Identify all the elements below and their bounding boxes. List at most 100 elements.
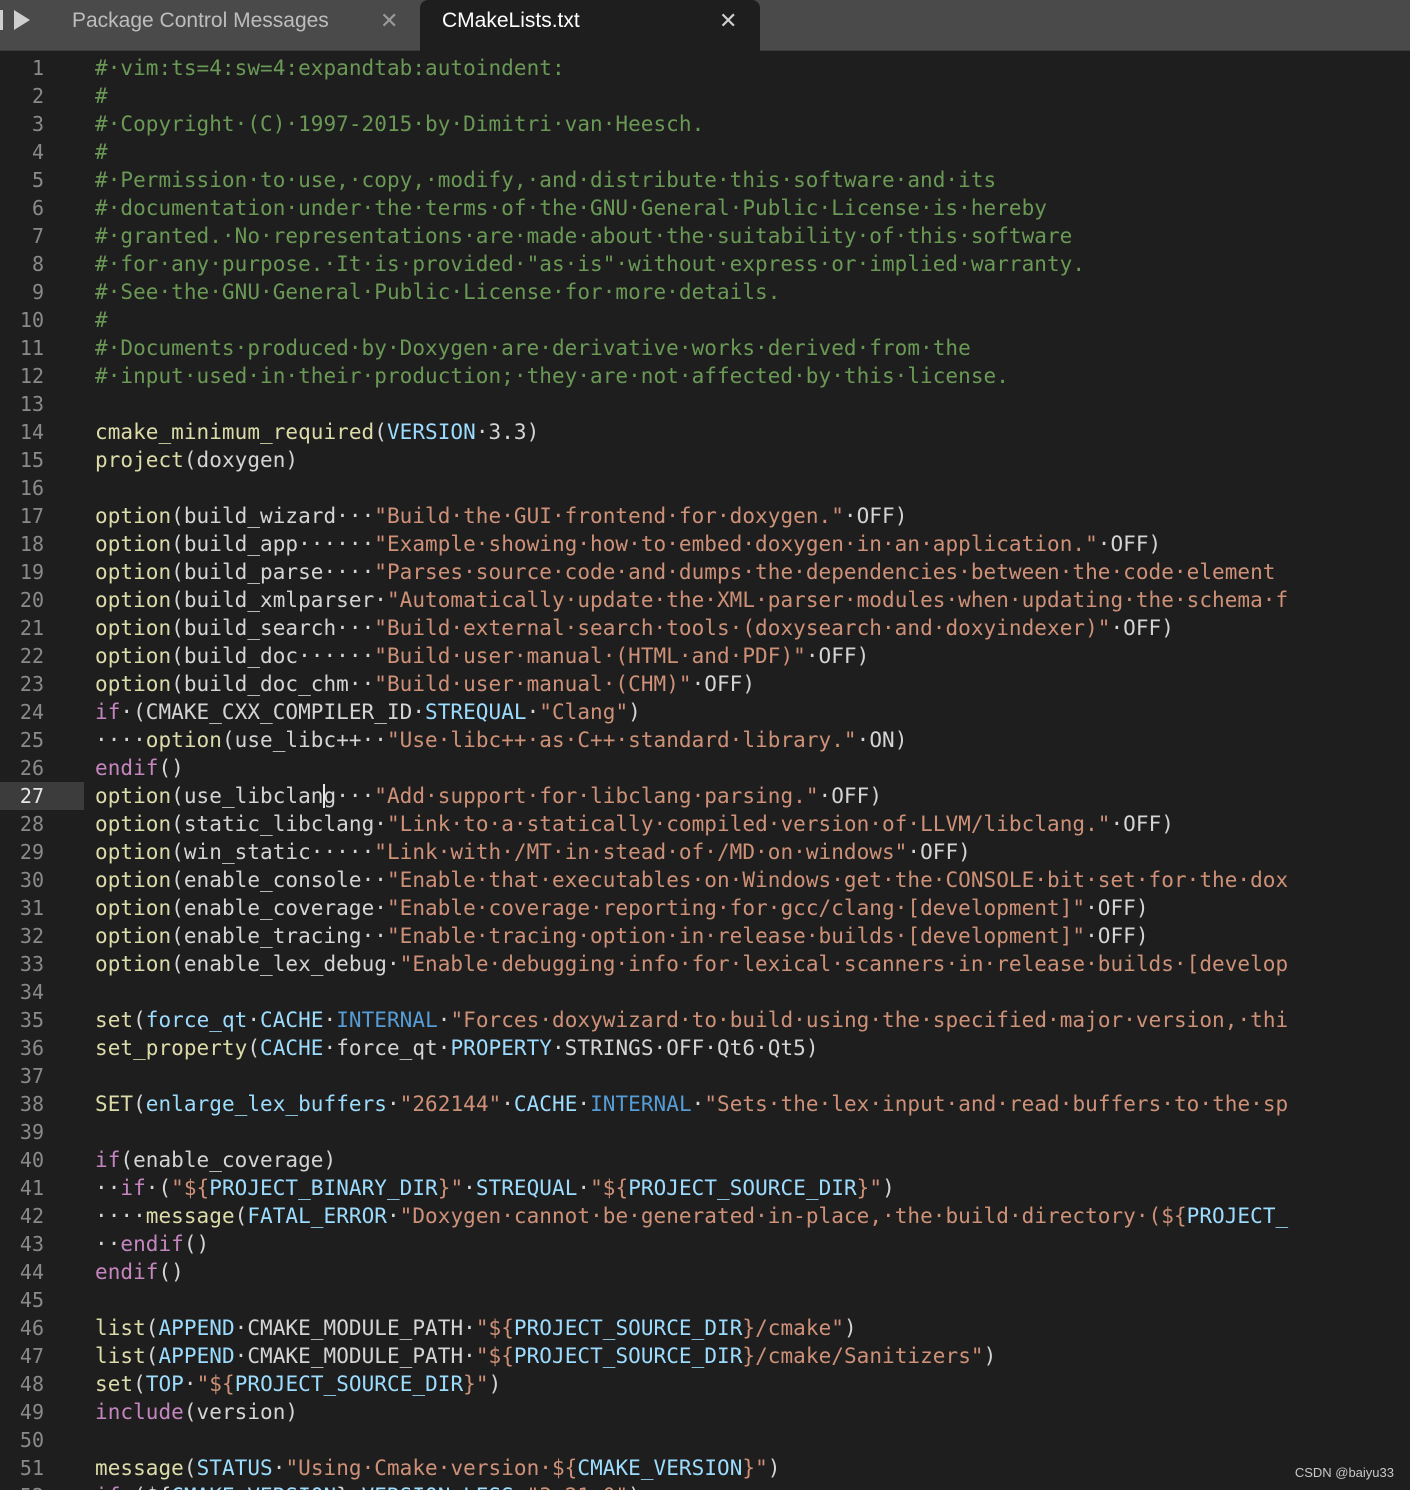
line-number: 10 [19,308,44,332]
code-line[interactable]: option(enable_tracing··"Enable·tracing·o… [95,922,1410,950]
code-line[interactable]: #·Documents·produced·by·Doxygen·are·deri… [95,334,1410,362]
code-line[interactable]: #·Copyright·(C)·1997-2015·by·Dimitri·van… [95,110,1410,138]
code-editor[interactable]: 1 2 3 4 5 6 7 8 9 10 11 12 13 14 15 16 17 18 19 20 21 22 23 24 2… [0,54,1410,1490]
code-token: · [463,1176,476,1200]
code-line[interactable]: # [95,306,1410,334]
tab-package-control-messages[interactable]: Package Control Messages ✕ [44,0,418,50]
close-icon[interactable]: ✕ [380,9,398,34]
code-token: }/cmake/Sanitizers" [742,1344,984,1368]
code-token: ( [133,1008,146,1032]
code-token: cmake_minimum_required [95,420,375,444]
code-line[interactable]: include(version) [95,1398,1410,1426]
code-line[interactable]: #·See·the·GNU·General·Public·License·for… [95,278,1410,306]
code-token: option [95,784,172,808]
line-number: 15 [19,448,44,472]
line-number: 35 [19,1008,44,1032]
code-line[interactable]: endif() [95,754,1410,782]
code-line[interactable]: ··endif() [95,1230,1410,1258]
code-token: PROJECT_SOURCE_DIR [513,1344,743,1368]
code-token: ·OFF) [907,840,971,864]
code-line[interactable]: #·documentation·under·the·terms·of·the·G… [95,194,1410,222]
line-number: 30 [19,868,44,892]
code-line[interactable]: # [95,82,1410,110]
code-line[interactable]: SET(enlarge_lex_buffers·"262144"·CACHE·I… [95,1090,1410,1118]
code-line[interactable]: option(build_parse····"Parses·source·cod… [95,558,1410,586]
code-line[interactable]: cmake_minimum_required(VERSION·3.3) [95,418,1410,446]
code-token: · [437,1008,451,1032]
code-token: STATUS [196,1456,273,1480]
code-line[interactable]: endif() [95,1258,1410,1286]
code-line[interactable]: option(build_wizard···"Build·the·GUI·fro… [95,502,1410,530]
code-line[interactable]: ··if·("${PROJECT_BINARY_DIR}"·STREQUAL·"… [95,1174,1410,1202]
code-line[interactable]: list(APPEND·CMAKE_MODULE_PATH·"${PROJECT… [95,1314,1410,1342]
code-token: enlarge_lex_buffers [145,1092,387,1116]
line-number: 1 [31,56,44,80]
code-line[interactable]: option(build_doc_chm··"Build·user·manual… [95,670,1410,698]
code-token: SET [95,1092,134,1116]
code-line[interactable]: set_property(CACHE·force_qt·PROPERTY·STR… [95,1034,1410,1062]
code-line[interactable]: option(build_search···"Build·external·se… [95,614,1410,642]
code-token: }· [336,1484,361,1490]
code-line[interactable]: option(use_libclang···"Add·support·for·l… [95,782,1410,810]
code-token: "Build·user·manual·(CHM)" [374,672,692,696]
line-number: 36 [19,1036,44,1060]
code-token: PROJECT_SOURCE_DIR [234,1372,464,1396]
code-line[interactable]: set(TOP·"${PROJECT_SOURCE_DIR}") [95,1370,1410,1398]
code-line[interactable]: option(build_doc······"Build·user·manual… [95,642,1410,670]
sidebar-toggle-icon[interactable] [0,0,44,50]
code-line[interactable]: #·vim:ts=4:sw=4:expandtab:autoindent: [95,54,1410,82]
code-line[interactable] [95,1118,1410,1146]
code-line[interactable] [95,474,1410,502]
code-line[interactable]: option(build_app······"Example·showing·h… [95,530,1410,558]
line-number: 3 [31,112,44,136]
code-token: g··· [323,784,375,808]
code-line[interactable] [95,1062,1410,1090]
code-line[interactable]: ····option(use_libc++··"Use·libc++·as·C+… [95,726,1410,754]
code-token: ·OFF) [818,784,883,808]
tab-label: Package Control Messages [72,9,329,32]
code-token: include [95,1400,184,1424]
code-token: () [158,756,184,780]
code-token: ·force_qt· [323,1036,451,1060]
code-token: ) [628,1484,641,1490]
code-line[interactable] [95,1286,1410,1314]
line-number: 16 [19,476,44,500]
code-line[interactable]: if(enable_coverage) [95,1146,1410,1174]
code-line[interactable]: ····message(FATAL_ERROR·"Doxygen·cannot·… [95,1202,1410,1230]
code-line[interactable]: option(win_static·····"Link·with·/MT·in·… [95,838,1410,866]
code-line[interactable]: #·Permission·to·use,·copy,·modify,·and·d… [95,166,1410,194]
code-token: CMAKE_VERSION [577,1456,743,1480]
code-line[interactable]: if·(${CMAKE_VERSION}·VERSION_LESS·"3.21.… [95,1482,1410,1490]
code-line[interactable]: #·for·any·purpose.·It·is·provided·"as·is… [95,250,1410,278]
code-line[interactable] [95,390,1410,418]
code-line[interactable]: project(doxygen) [95,446,1410,474]
code-token: "${ [171,1176,210,1200]
code-token: "Forces·doxywizard·to·build·using·the·sp… [450,1008,1289,1032]
code-token: ( [145,1344,159,1368]
code-line[interactable]: #·granted.·No·representations·are·made·a… [95,222,1410,250]
close-icon[interactable]: ✕ [719,9,737,34]
code-token: ) [843,1316,857,1340]
tab-cmakelists[interactable]: CMakeLists.txt ✕ [420,0,760,51]
code-line[interactable]: set(force_qt·CACHE·INTERNAL·"Forces·doxy… [95,1006,1410,1034]
code-line[interactable]: message(STATUS·"Using·Cmake·version·${CM… [95,1454,1410,1482]
code-token: #·input·used·in·their·production;·they·a… [95,364,1009,388]
code-line[interactable]: option(enable_coverage·"Enable·coverage·… [95,894,1410,922]
code-token: # [95,140,108,164]
code-area[interactable]: #·vim:ts=4:sw=4:expandtab:autoindent: # #·… [95,54,1410,1490]
code-line[interactable]: option(enable_lex_debug·"Enable·debuggin… [95,950,1410,978]
code-line[interactable] [95,1426,1410,1454]
code-token: PROJECT_SOURCE_DIR [628,1176,857,1200]
code-token: "Build·the·GUI·frontend·for·doxygen." [374,504,844,528]
code-line[interactable]: option(static_libclang·"Link·to·a·static… [95,810,1410,838]
code-line[interactable]: # [95,138,1410,166]
code-line[interactable]: if·(CMAKE_CXX_COMPILER_ID·STREQUAL·"Clan… [95,698,1410,726]
code-line[interactable]: list(APPEND·CMAKE_MODULE_PATH·"${PROJECT… [95,1342,1410,1370]
code-token: · [691,1092,705,1116]
code-line[interactable]: #·input·used·in·their·production;·they·a… [95,362,1410,390]
code-token: ·CMAKE_MODULE_PATH· [234,1344,476,1368]
code-line[interactable]: option(build_xmlparser·"Automatically·up… [95,586,1410,614]
code-line[interactable]: option(enable_console··"Enable·that·exec… [95,866,1410,894]
code-line[interactable] [95,978,1410,1006]
code-token: #·granted.·No·representations·are·made·a… [95,224,1073,248]
